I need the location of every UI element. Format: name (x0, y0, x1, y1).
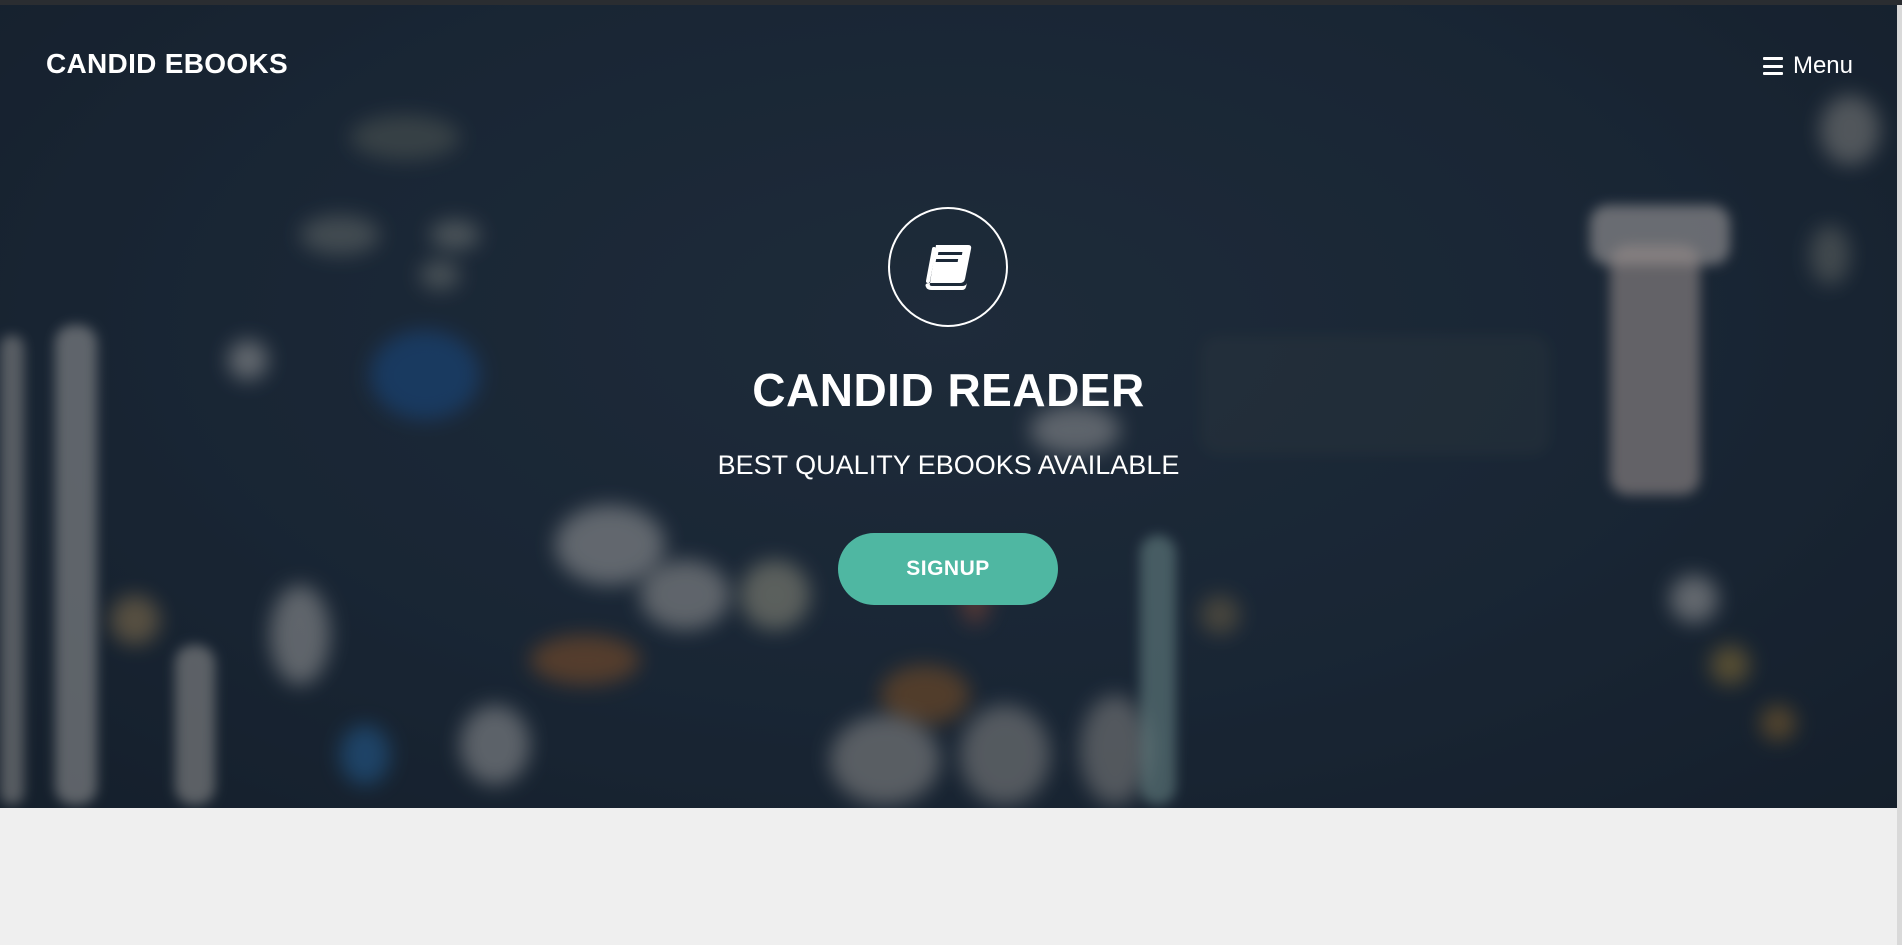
scrollbar[interactable] (1897, 5, 1902, 945)
hero-title: CANDID READER (752, 364, 1145, 416)
menu-button[interactable]: Menu (1762, 52, 1853, 80)
menu-label: Menu (1792, 52, 1853, 79)
book-icon (925, 245, 972, 290)
signup-button[interactable]: SIGNUP (838, 533, 1058, 605)
hamburger-icon (1762, 57, 1783, 75)
hero-subtitle: BEST QUALITY EBOOKS AVAILABLE (717, 450, 1180, 480)
logo-circle (888, 207, 1008, 327)
brand-logo[interactable]: CANDID EBOOKS (46, 48, 288, 80)
content-section (0, 808, 1897, 945)
